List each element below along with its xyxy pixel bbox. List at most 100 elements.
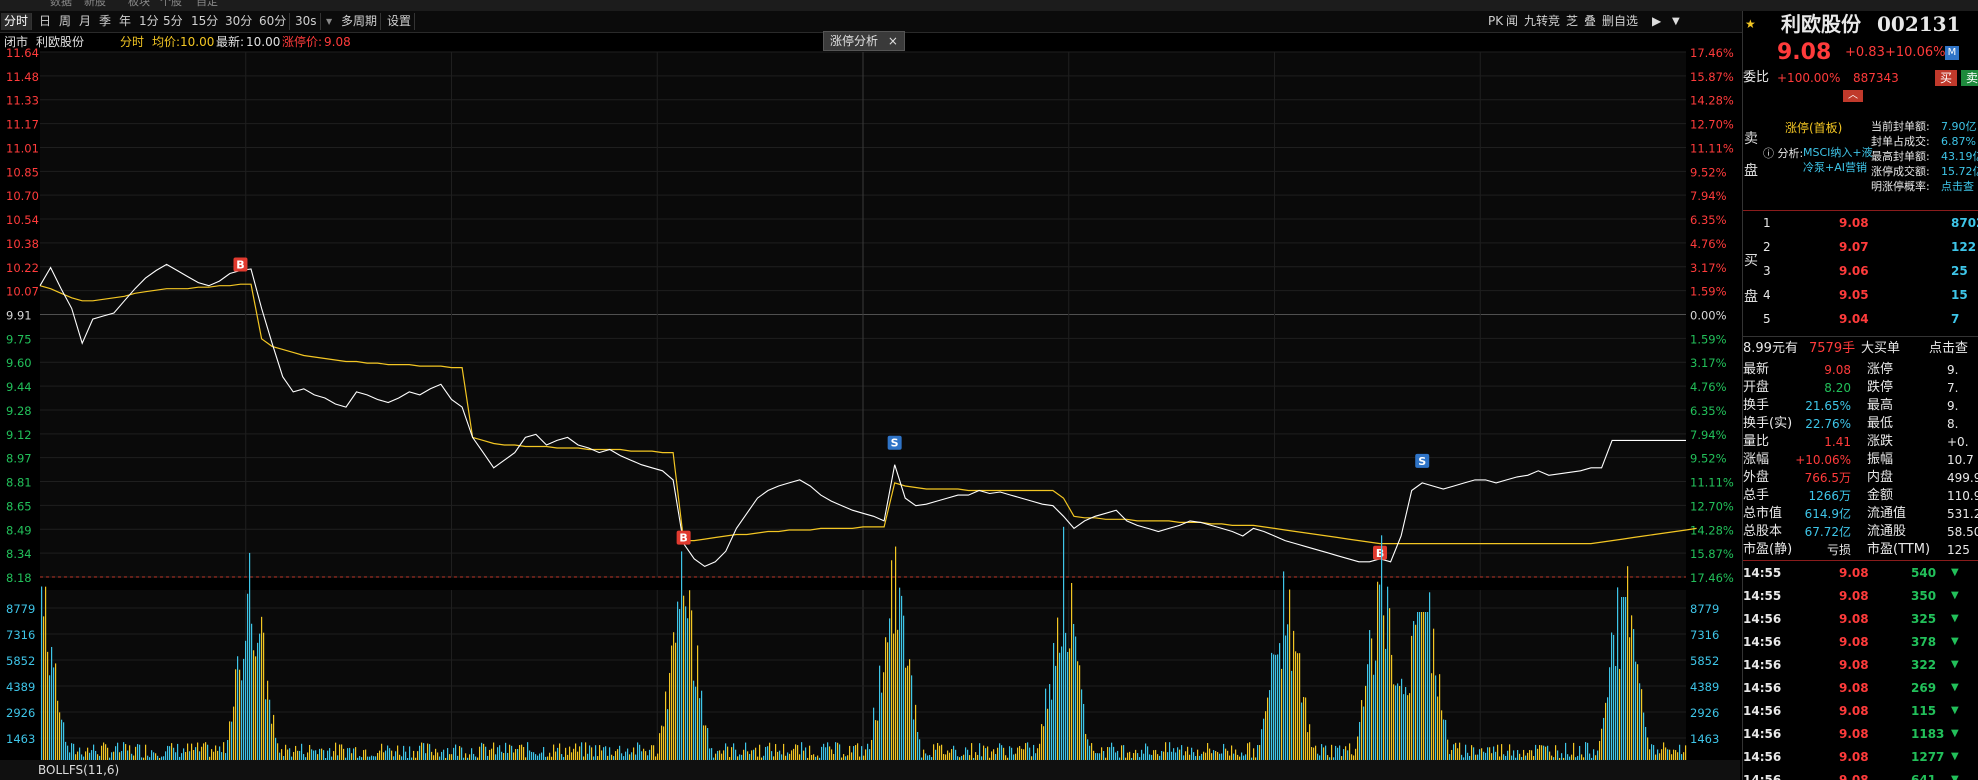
stat-value: 766.5万: [1804, 471, 1851, 485]
stat-value: 22.76%: [1805, 417, 1851, 431]
price-axis-label: 8.34: [6, 547, 32, 561]
stat-label: 涨幅: [1743, 452, 1770, 467]
pct-axis-label: 15.87%: [1690, 70, 1734, 84]
pct-axis-label: 4.76%: [1690, 380, 1727, 394]
seal-item-value: 点击查: [1941, 180, 1974, 193]
price-pct: +10.06%: [1885, 45, 1946, 60]
divider: [1743, 560, 1978, 561]
volume-axis-label: 4389: [1690, 680, 1719, 694]
volume-axis-label: 7316: [6, 628, 35, 642]
tick-volume: 322: [1911, 658, 1937, 672]
down-arrow-icon: ▼: [1951, 590, 1959, 601]
down-arrow-icon: ▼: [1951, 728, 1959, 739]
tick-price: 9.08: [1839, 589, 1869, 603]
price-axis-label: 9.75: [6, 332, 32, 346]
stat-value: 8.20: [1824, 381, 1851, 395]
pct-axis-label: 6.35%: [1690, 213, 1727, 227]
pct-axis-label: 12.70%: [1690, 499, 1734, 513]
pct-axis-label: 11.11%: [1690, 476, 1734, 490]
down-arrow-icon: ▼: [1951, 659, 1959, 670]
price-axis-label: 8.81: [6, 476, 32, 490]
indicator-label[interactable]: BOLLFS(11,6): [38, 761, 119, 779]
intraday-chart[interactable]: 11.64 17.46% 11.48 15.87% 11.33 14.28% 11.17 12…: [0, 0, 1740, 760]
big-order-link[interactable]: 点击查: [1929, 340, 1968, 358]
weibi-label: 委比: [1743, 70, 1770, 85]
stat-value: 125: [1947, 543, 1970, 557]
tick-time: 14:56: [1743, 635, 1782, 649]
stat-label: 最新: [1743, 362, 1770, 377]
stat-value: 8.: [1947, 417, 1959, 431]
tick-time: 14:56: [1743, 773, 1782, 780]
bid-volume: 7: [1951, 312, 1960, 326]
stat-value: 1266万: [1808, 489, 1851, 503]
bid-level: 1: [1763, 216, 1771, 230]
stat-value: 531.2: [1947, 507, 1978, 521]
stat-value: 58.50: [1947, 525, 1978, 539]
bid-volume: 15: [1951, 288, 1968, 302]
buy-button[interactable]: 买: [1935, 70, 1957, 86]
tick-row: 14:56 9.08 641 ▼: [1743, 771, 1978, 780]
sell-button[interactable]: 卖: [1961, 70, 1978, 86]
pct-axis-label: 3.17%: [1690, 356, 1727, 370]
price-axis-label: 9.91: [6, 309, 32, 323]
stat-value: 10.7: [1947, 453, 1974, 467]
stat-value: 亏损: [1826, 543, 1851, 557]
stock-name: 利欧股份: [1781, 12, 1861, 36]
stat-label: 总手: [1743, 488, 1770, 503]
stat-label: 振幅: [1867, 452, 1894, 467]
pct-axis-label: 11.11%: [1690, 141, 1734, 155]
tick-price: 9.08: [1839, 566, 1869, 580]
stock-code: 002131: [1877, 12, 1961, 36]
star-icon[interactable]: ★: [1745, 12, 1756, 36]
down-arrow-icon: ▼: [1951, 567, 1959, 578]
pct-axis-label: 7.94%: [1690, 189, 1727, 203]
price-change: +0.83: [1845, 45, 1885, 60]
stat-label: 换手(实): [1743, 416, 1793, 431]
collapse-icon[interactable]: ︿: [1843, 90, 1863, 102]
tick-row: 14:56 9.08 115 ▼: [1743, 702, 1978, 720]
info-icon[interactable]: M: [1945, 46, 1959, 60]
tick-row: 14:55 9.08 540 ▼: [1743, 564, 1978, 582]
price-axis-label: 8.65: [6, 499, 32, 513]
tick-row: 14:56 9.08 322 ▼: [1743, 656, 1978, 674]
trade-marker-label: S: [1418, 455, 1426, 468]
stat-value: 110.9: [1947, 489, 1978, 503]
tick-time: 14:55: [1743, 589, 1782, 603]
tick-time: 14:56: [1743, 681, 1782, 695]
down-arrow-icon: ▼: [1951, 682, 1959, 693]
bid-volume: 8702: [1951, 216, 1978, 230]
tick-price: 9.08: [1839, 773, 1869, 780]
pct-axis-label: 0.00%: [1690, 309, 1727, 323]
quote-price-row: 9.08 +0.83 +10.06% M: [1743, 41, 1978, 65]
price-axis-label: 9.60: [6, 356, 32, 370]
bid-price: 9.05: [1839, 288, 1869, 302]
tick-volume: 269: [1911, 681, 1937, 695]
tick-price: 9.08: [1839, 704, 1869, 718]
tick-row: 14:56 9.08 325 ▼: [1743, 610, 1978, 628]
bid-row: 3 9.06 25: [1743, 262, 1978, 280]
pct-axis-label: 15.87%: [1690, 547, 1734, 561]
stat-value: 9.: [1947, 399, 1959, 413]
stat-label: 流通值: [1867, 506, 1907, 521]
pct-axis-label: 17.46%: [1690, 571, 1734, 585]
divider: [1743, 336, 1978, 337]
stat-row: 换手 21.65% 最高 9.: [1743, 397, 1978, 415]
analysis-text[interactable]: MSCI纳入+液冷泵+AI营销: [1803, 145, 1875, 175]
volume-axis-label: 4389: [6, 680, 35, 694]
tick-volume: 325: [1911, 612, 1937, 626]
stat-value: 499.9: [1947, 471, 1978, 485]
bid-row: 1 9.08 8702: [1743, 214, 1978, 232]
volume-axis-label: 8779: [6, 602, 35, 616]
tick-row: 14:56 9.08 1277 ▼: [1743, 748, 1978, 766]
stat-value: 9.08: [1824, 363, 1851, 377]
stat-row: 市盈(静) 亏损 市盈(TTM) 125: [1743, 541, 1978, 559]
tick-volume: 1183: [1911, 727, 1945, 741]
price-axis-label: 10.85: [6, 165, 39, 179]
down-arrow-icon: ▼: [1951, 613, 1959, 624]
stat-label: 跌停: [1867, 380, 1894, 395]
analysis-row: ⓘ 分析: MSCI纳入+液冷泵+AI营销: [1743, 145, 1978, 174]
stat-row: 量比 1.41 涨跌 +0.: [1743, 433, 1978, 451]
price-axis-label: 11.48: [6, 70, 39, 84]
stat-label: 最高: [1867, 398, 1894, 413]
price-axis-label: 10.70: [6, 189, 39, 203]
